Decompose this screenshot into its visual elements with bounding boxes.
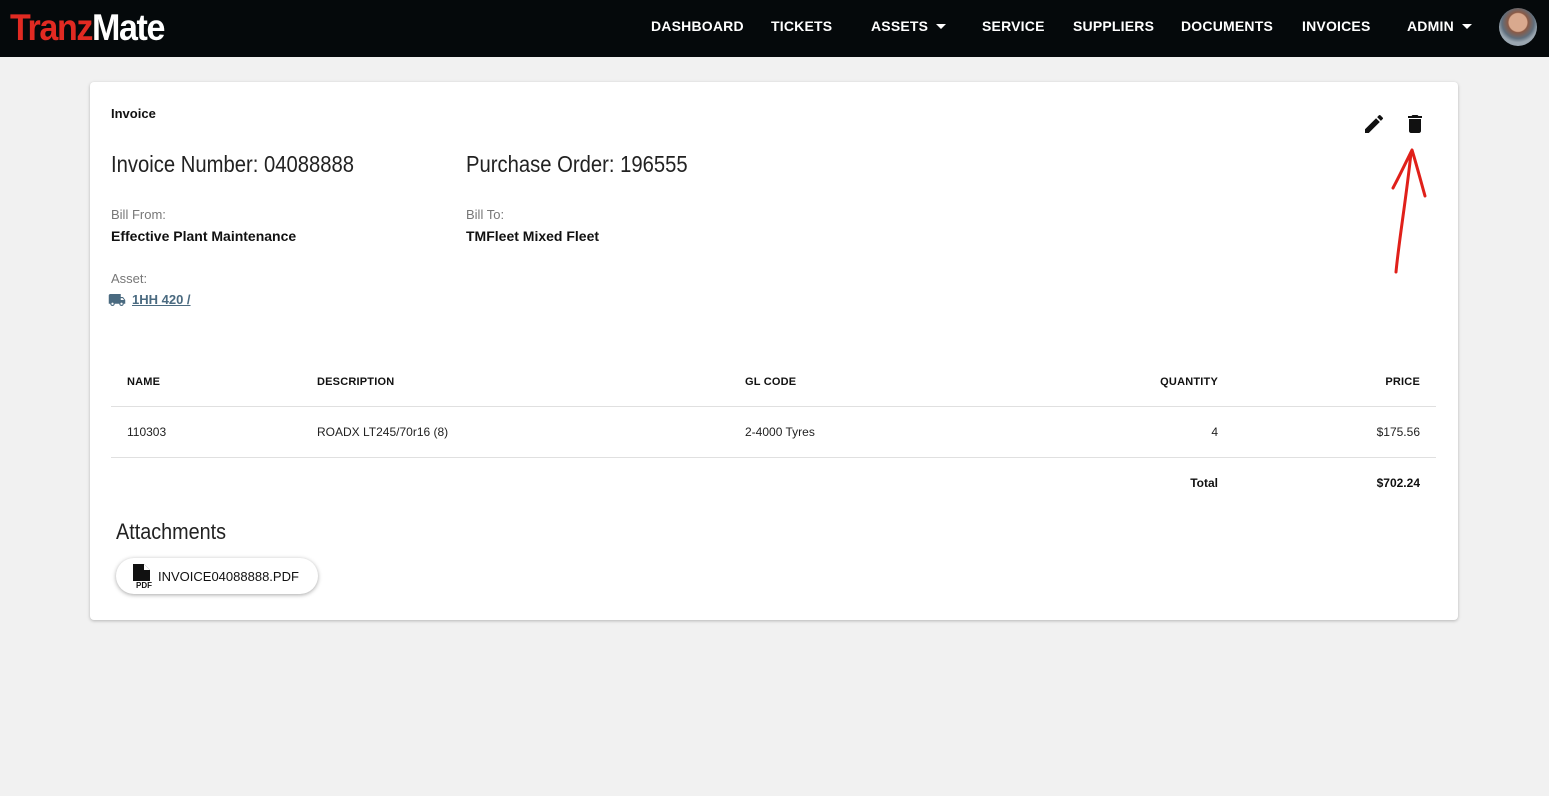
asset-label: Asset: bbox=[111, 271, 148, 286]
logo-text-red: Tranz bbox=[10, 7, 93, 48]
nav-assets-label: ASSETS bbox=[871, 18, 929, 34]
nav-invoices[interactable]: INVOICES bbox=[1302, 18, 1371, 34]
total-value: $702.24 bbox=[1376, 476, 1420, 490]
purchase-order: Purchase Order: 196555 bbox=[466, 151, 688, 177]
svg-text:PDF: PDF bbox=[136, 581, 152, 589]
card-title: Invoice bbox=[111, 106, 156, 121]
nav-admin[interactable]: ADMIN bbox=[1407, 18, 1472, 34]
truck-icon bbox=[108, 293, 126, 306]
column-header-gl-code: GL CODE bbox=[745, 376, 797, 388]
nav-admin-label: ADMIN bbox=[1407, 18, 1454, 34]
invoice-card: Invoice Invoice Number: 04088888 Purchas… bbox=[90, 82, 1458, 620]
cell-description: ROADX LT245/70r16 (8) bbox=[317, 425, 449, 439]
cell-name: 110303 bbox=[127, 425, 167, 439]
cell-gl-code: 2-4000 Tyres bbox=[745, 425, 815, 439]
nav-assets[interactable]: ASSETS bbox=[871, 18, 947, 34]
avatar[interactable] bbox=[1499, 8, 1537, 46]
invoice-number: Invoice Number: 04088888 bbox=[111, 151, 355, 177]
attachment-chip[interactable]: PDF INVOICE04088888.PDF bbox=[116, 558, 318, 594]
cell-price: $175.56 bbox=[1376, 425, 1420, 439]
column-header-description: DESCRIPTION bbox=[317, 376, 395, 388]
table-divider bbox=[111, 457, 1436, 458]
nav-documents[interactable]: DOCUMENTS bbox=[1181, 18, 1273, 34]
nav-tickets-label: TICKETS bbox=[771, 18, 833, 34]
logo-text-white: Mate bbox=[92, 7, 165, 48]
tranzmate-logo[interactable]: TranzMate bbox=[10, 7, 165, 48]
cell-quantity: 4 bbox=[1211, 425, 1218, 439]
top-navigation-bar: TranzMate DASHBOARD TICKETS ASSETS SERVI… bbox=[0, 0, 1549, 57]
nav-service[interactable]: SERVICE bbox=[982, 18, 1045, 34]
table-divider bbox=[111, 406, 1436, 407]
attachment-filename: INVOICE04088888.PDF bbox=[158, 568, 299, 584]
column-header-name: NAME bbox=[127, 376, 161, 388]
nav-tickets[interactable]: TICKETS bbox=[771, 18, 832, 34]
column-header-quantity: QUANTITY bbox=[1160, 376, 1218, 388]
chevron-down-icon bbox=[936, 23, 947, 29]
bill-to-label: Bill To: bbox=[466, 207, 505, 222]
chevron-down-icon bbox=[1461, 23, 1472, 29]
bill-from-value: Effective Plant Maintenance bbox=[111, 228, 297, 244]
nav-dashboard-label: DASHBOARD bbox=[651, 18, 744, 34]
nav-suppliers-label: SUPPLIERS bbox=[1073, 18, 1155, 34]
attachments-title: Attachments bbox=[116, 519, 227, 544]
column-header-price: PRICE bbox=[1385, 376, 1420, 388]
edit-icon[interactable] bbox=[1362, 112, 1386, 136]
nav-service-label: SERVICE bbox=[982, 18, 1045, 34]
nav-suppliers[interactable]: SUPPLIERS bbox=[1073, 18, 1154, 34]
asset-link[interactable]: 1HH 420 / bbox=[108, 292, 191, 307]
pdf-file-icon: PDF bbox=[133, 564, 152, 589]
asset-link-text: 1HH 420 / bbox=[132, 292, 191, 307]
total-label: Total bbox=[1190, 476, 1218, 490]
bill-to-value: TMFleet Mixed Fleet bbox=[466, 228, 600, 244]
nav-dashboard[interactable]: DASHBOARD bbox=[651, 18, 744, 34]
nav-invoices-label: INVOICES bbox=[1302, 18, 1371, 34]
bill-from-label: Bill From: bbox=[111, 207, 166, 222]
nav-documents-label: DOCUMENTS bbox=[1181, 18, 1274, 34]
delete-icon[interactable] bbox=[1403, 112, 1427, 136]
